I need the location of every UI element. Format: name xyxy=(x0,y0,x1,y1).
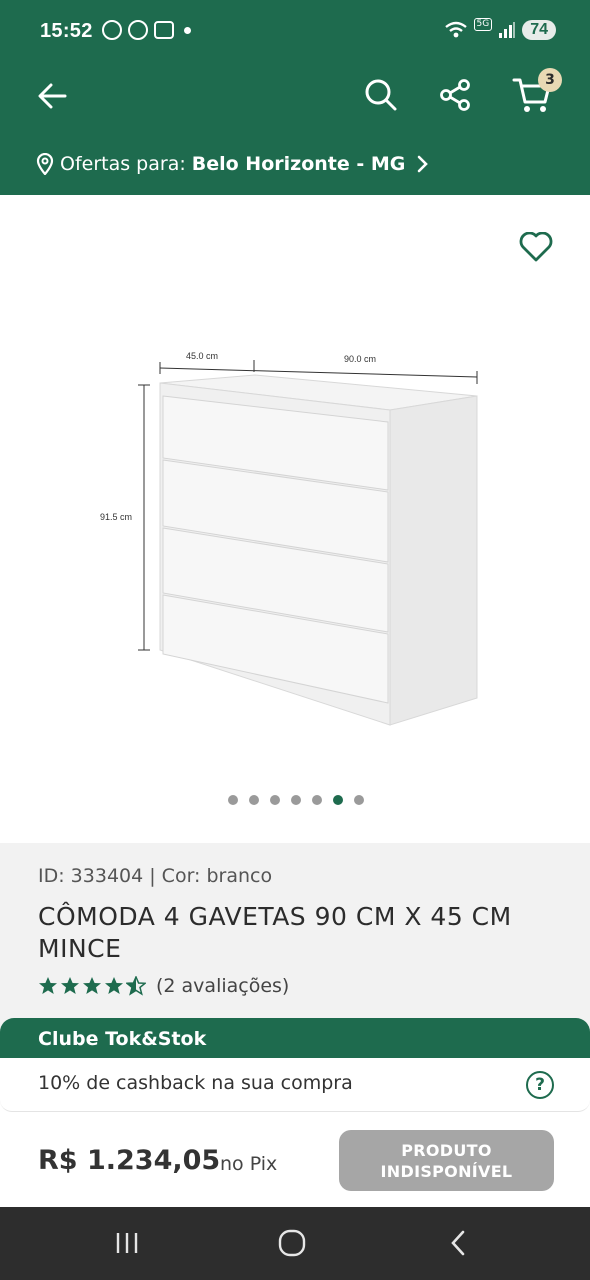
recent-apps-icon xyxy=(116,1233,138,1253)
product-title: CÔMODA 4 GAVETAS 90 CM X 45 CM MINCE xyxy=(38,902,512,963)
wifi-icon xyxy=(444,21,467,38)
star-icon xyxy=(105,977,123,994)
search-button[interactable] xyxy=(358,72,404,118)
cart-count-badge: 3 xyxy=(538,68,562,92)
carousel-indicator[interactable] xyxy=(0,795,590,805)
system-back-button[interactable] xyxy=(438,1225,478,1261)
arrow-left-icon xyxy=(38,83,67,109)
app-header: 3 xyxy=(0,64,590,126)
home-button[interactable] xyxy=(272,1225,312,1261)
star-icon xyxy=(61,977,79,994)
product-gallery[interactable]: 45.0 cm 90.0 cm 91.5 cm xyxy=(0,195,590,843)
cashback-text: 10% de cashback na sua compra xyxy=(38,1072,353,1094)
rating[interactable]: (2 avaliações) xyxy=(38,975,289,997)
button-label-line1: PRODUTO xyxy=(401,1140,492,1160)
heart-icon xyxy=(519,232,553,262)
location-label: Ofertas para: xyxy=(60,153,186,175)
share-button[interactable] xyxy=(432,72,478,118)
star-icon xyxy=(83,977,101,994)
signal-icon xyxy=(499,22,516,38)
more-notifications-icon xyxy=(184,26,191,34)
carousel-dot[interactable] xyxy=(249,795,259,805)
help-icon[interactable]: ? xyxy=(526,1071,554,1099)
carousel-dot-active[interactable] xyxy=(333,795,343,805)
price: R$ 1.234,05 xyxy=(38,1145,221,1176)
product-image: 45.0 cm 90.0 cm 91.5 cm xyxy=(100,351,478,726)
carousel-dot[interactable] xyxy=(270,795,280,805)
search-icon xyxy=(365,79,397,111)
home-icon xyxy=(278,1229,306,1257)
carousel-dot[interactable] xyxy=(291,795,301,805)
system-icons: 5G 74 xyxy=(444,17,556,40)
network-type: 5G xyxy=(473,17,493,31)
review-count[interactable]: (2 avaliações) xyxy=(156,975,289,997)
chevron-right-icon xyxy=(418,155,429,173)
notification-icons xyxy=(102,20,191,40)
unavailable-button[interactable]: PRODUTO INDISPONÍVEL xyxy=(339,1130,554,1191)
cashback-banner[interactable]: 10% de cashback na sua compra ? xyxy=(0,1058,590,1112)
status-bar: 15:52 5G 74 xyxy=(0,0,590,64)
status-time: 15:52 xyxy=(40,20,93,42)
recent-apps-button[interactable] xyxy=(107,1225,147,1261)
cart-button[interactable]: 3 xyxy=(506,68,562,120)
clube-title: Clube Tok&Stok xyxy=(0,1018,590,1060)
depth-dimension-label: 45.0 cm xyxy=(186,351,218,361)
blocked-icon xyxy=(128,20,148,40)
location-pin-icon xyxy=(36,153,54,175)
carousel-dot[interactable] xyxy=(354,795,364,805)
star-rating xyxy=(38,976,146,996)
delivery-location[interactable]: Ofertas para: Belo Horizonte - MG xyxy=(36,148,429,180)
back-chevron-icon xyxy=(451,1230,465,1256)
star-icon xyxy=(39,977,57,994)
carousel-dot[interactable] xyxy=(228,795,238,805)
whatsapp-icon xyxy=(102,20,122,40)
battery-level: 74 xyxy=(522,20,556,40)
system-nav-bar xyxy=(0,1207,590,1280)
purchase-bar: R$ 1.234,05 no Pix PRODUTO INDISPONÍVEL xyxy=(0,1113,590,1207)
screenshot-icon xyxy=(154,21,174,39)
height-dimension-label: 91.5 cm xyxy=(100,512,132,522)
carousel-dot[interactable] xyxy=(312,795,322,805)
button-label-line2: INDISPONÍVEL xyxy=(380,1161,513,1181)
location-city: Belo Horizonte - MG xyxy=(191,153,406,175)
favorite-button[interactable] xyxy=(514,225,558,269)
price-payment-method: no Pix xyxy=(220,1153,278,1175)
back-button[interactable] xyxy=(30,74,74,118)
width-dimension-label: 90.0 cm xyxy=(344,354,376,364)
product-info: ID: 333404 | Cor: branco CÔMODA 4 GAVETA… xyxy=(0,843,590,1043)
half-star-icon xyxy=(126,976,146,996)
product-meta: ID: 333404 | Cor: branco xyxy=(38,865,273,887)
share-icon xyxy=(440,79,470,111)
